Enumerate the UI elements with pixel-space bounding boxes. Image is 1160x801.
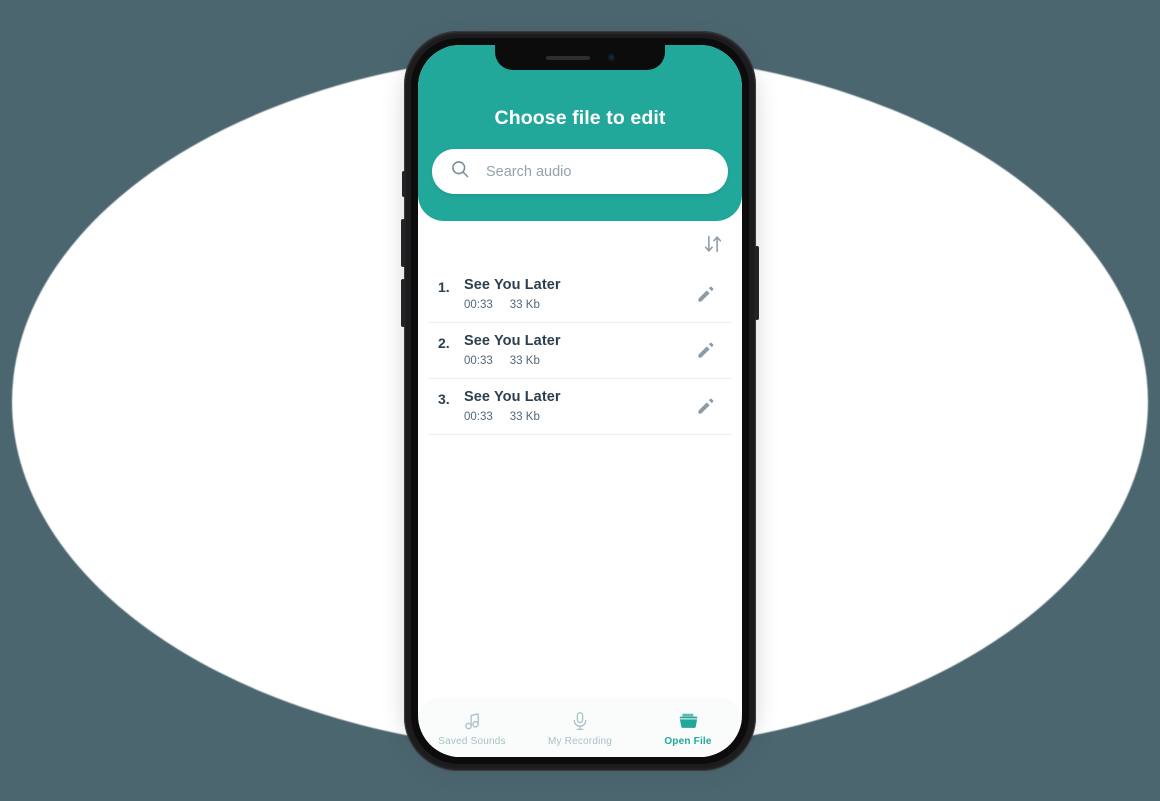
row-main: See You Later 00:33 33 Kb [464, 277, 692, 311]
bottom-navigation-bar: Saved Sounds My Recording Open File [418, 700, 742, 757]
volume-down-button[interactable] [401, 279, 405, 327]
table-row[interactable]: 1. See You Later 00:33 33 Kb [428, 267, 732, 323]
app-header: Choose file to edit [418, 45, 742, 221]
row-duration: 00:33 [464, 355, 493, 367]
row-meta: 00:33 33 Kb [464, 355, 692, 367]
row-meta: 00:33 33 Kb [464, 411, 692, 423]
search-input[interactable] [484, 162, 710, 181]
file-list-area: 1. See You Later 00:33 33 Kb 2. See You Later… [418, 221, 742, 700]
row-size: 33 Kb [509, 411, 540, 423]
silent-switch-button[interactable] [402, 171, 406, 197]
nav-item-label: Saved Sounds [438, 735, 506, 747]
row-title: See You Later [464, 277, 561, 293]
file-list: 1. See You Later 00:33 33 Kb 2. See You Later… [418, 267, 742, 435]
pencil-icon[interactable] [692, 393, 718, 419]
row-main: See You Later 00:33 33 Kb [464, 389, 692, 423]
nav-item-label: My Recording [547, 735, 613, 747]
row-duration: 00:33 [464, 411, 493, 423]
row-index: 1. [438, 279, 450, 295]
row-title: See You Later [464, 389, 561, 405]
volume-up-button[interactable] [401, 219, 405, 267]
row-main: See You Later 00:33 33 Kb [464, 333, 692, 367]
phone-screen: Choose file to edit Search audio 1. See … [418, 45, 742, 757]
row-index: 2. [438, 335, 450, 351]
row-size: 33 Kb [509, 299, 540, 311]
nav-item-my-recording[interactable]: My Recording [526, 711, 634, 747]
front-camera-icon [607, 54, 615, 61]
phone-mockup: Choose file to edit Search audio 1. See … [401, 31, 759, 771]
sort-row [418, 221, 742, 267]
phone-notch [495, 45, 665, 70]
nav-item-saved-sounds[interactable]: Saved Sounds [418, 711, 526, 747]
pencil-icon[interactable] [692, 281, 718, 307]
page-title: Choose file to edit [494, 107, 666, 129]
nav-item-label: Open File [664, 735, 712, 747]
sort-down-up-icon[interactable] [698, 229, 728, 259]
row-meta: 00:33 33 Kb [464, 299, 692, 311]
earpiece-speaker-icon [545, 55, 590, 60]
pencil-icon[interactable] [692, 337, 718, 363]
music-note-icon [461, 711, 483, 732]
row-title: See You Later [464, 333, 561, 349]
nav-item-open-file[interactable]: Open File [634, 711, 742, 747]
table-row[interactable]: 3. See You Later 00:33 33 Kb [428, 379, 732, 435]
search-bar[interactable] [432, 149, 728, 194]
search-icon [450, 159, 470, 184]
power-button[interactable] [755, 246, 759, 320]
folder-icon [677, 711, 700, 732]
table-row[interactable]: 2. See You Later 00:33 33 Kb [428, 323, 732, 379]
row-size: 33 Kb [509, 355, 540, 367]
row-index: 3. [438, 391, 450, 407]
row-duration: 00:33 [464, 299, 493, 311]
microphone-icon [569, 711, 591, 732]
